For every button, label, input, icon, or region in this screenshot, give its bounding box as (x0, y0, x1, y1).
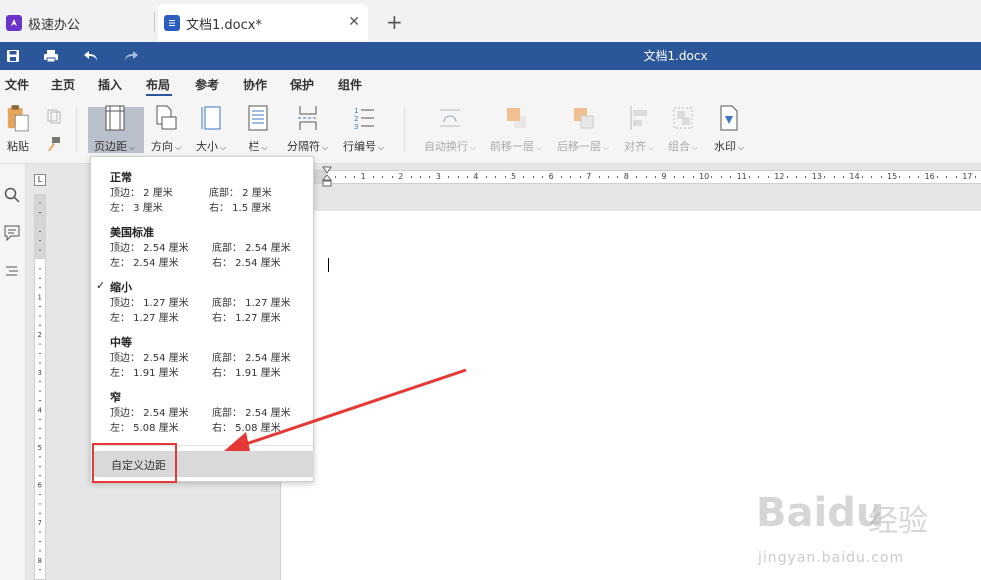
watermark-cn-text: 经验 (868, 504, 928, 539)
watermark-main-text: Baidu (756, 490, 885, 536)
baidu-watermark: Baidu 经验 jingyan.baidu.com (750, 460, 970, 580)
watermark-url-text: jingyan.baidu.com (758, 550, 905, 566)
